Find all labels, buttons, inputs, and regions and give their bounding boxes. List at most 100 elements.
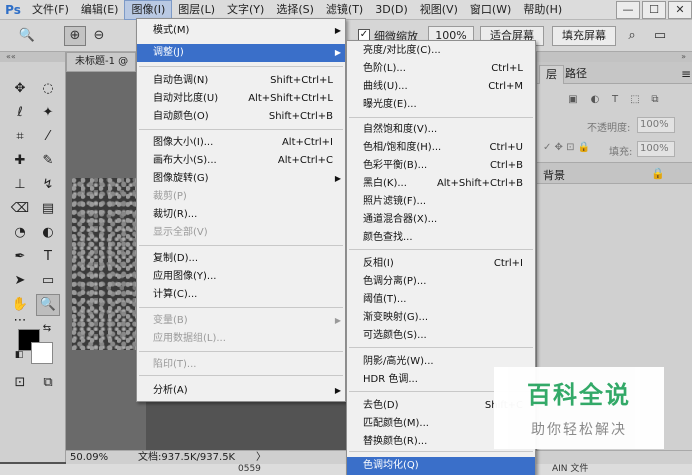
filter-adjust-icon[interactable]: ◐ <box>589 94 601 106</box>
adjust-menu-item[interactable]: 颜色查找... <box>347 229 535 247</box>
menu-filter[interactable]: 滤镜(T) <box>320 0 369 20</box>
adjust-menu-item[interactable]: 阈值(T)... <box>347 291 535 309</box>
menu-image[interactable]: 图像(I) <box>124 0 173 20</box>
adjust-menu-item-label: 自然饱和度(V)... <box>363 124 438 135</box>
default-colors-icon[interactable]: ◧ <box>12 348 26 362</box>
menu-window[interactable]: 窗口(W) <box>464 0 517 20</box>
adjust-menu-item[interactable]: 自然饱和度(V)... <box>347 121 535 139</box>
minimize-button[interactable]: — <box>616 1 640 19</box>
adjust-menu-item[interactable]: 渐变映射(G)... <box>347 309 535 327</box>
zoom-tool-icon[interactable]: 🔍 <box>36 294 60 316</box>
dodge-tool-icon[interactable]: ◐ <box>36 222 60 244</box>
window-controls: — ☐ ✕ <box>614 0 692 20</box>
panel-menu-icon[interactable]: ≡ <box>675 65 692 84</box>
brush-tool-icon[interactable]: ✎ <box>36 150 60 172</box>
history-brush-icon[interactable]: ↯ <box>36 174 60 196</box>
adjust-menu-item[interactable]: 可选颜色(S)... <box>347 327 535 345</box>
adjust-menu-item-label: HDR 色调... <box>363 374 418 385</box>
image-menu-item-label: 模式(M) <box>153 25 190 36</box>
background-color-swatch[interactable] <box>31 342 53 364</box>
magic-wand-icon[interactable]: ✦ <box>36 102 60 124</box>
image-menu-item[interactable]: 画布大小(S)... Alt+Ctrl+C <box>137 152 345 170</box>
screen-mode-icon[interactable]: ⧉ <box>36 372 60 394</box>
swap-colors-icon[interactable]: ⇆ <box>40 322 54 336</box>
adjust-menu-item[interactable]: 黑白(K)... Alt+Shift+Ctrl+B <box>347 175 535 193</box>
filter-pixel-icon[interactable]: ▣ <box>567 94 579 106</box>
menu-file[interactable]: 文件(F) <box>26 0 75 20</box>
pen-tool-icon[interactable]: ✒ <box>8 246 32 268</box>
adjust-menu-item[interactable]: 照片滤镜(F)... <box>347 193 535 211</box>
lock-icons[interactable]: ✓ ✥ ⊡ 🔒 <box>543 142 590 153</box>
zoom-tool-preset-icon[interactable]: 🔍 <box>16 26 38 46</box>
zoom-in-icon[interactable]: ⊕ <box>64 26 86 46</box>
image-menu-item: 显示全部(V) <box>137 224 345 242</box>
move-tool-icon[interactable]: ✥ <box>8 78 32 100</box>
image-menu-item[interactable]: 应用图像(Y)... <box>137 268 345 286</box>
adjust-menu-item[interactable]: 色调分离(P)... <box>347 273 535 291</box>
maximize-button[interactable]: ☐ <box>642 1 666 19</box>
image-menu-item[interactable]: 自动颜色(O) Shift+Ctrl+B <box>137 108 345 126</box>
image-menu-item[interactable]: 自动色调(N) Shift+Ctrl+L <box>137 72 345 90</box>
menu-type[interactable]: 文字(Y) <box>221 0 270 20</box>
adjust-menu-item[interactable]: 色调均化(Q) <box>347 457 535 475</box>
rectangle-tool-icon[interactable]: ▭ <box>36 270 60 292</box>
menu-view[interactable]: 视图(V) <box>414 0 464 20</box>
healing-brush-icon[interactable]: ✚ <box>8 150 32 172</box>
tab-paths[interactable]: 路径 <box>559 65 593 84</box>
filter-type-icon[interactable]: T <box>609 94 621 106</box>
document-tab[interactable]: 未标题-1 @ <box>66 52 136 72</box>
search-icon[interactable]: ⌕ <box>622 26 642 46</box>
marquee-tool-icon[interactable]: ◌ <box>36 78 60 100</box>
image-menu-item[interactable]: 分析(A) ▶ <box>137 382 345 400</box>
opacity-input[interactable]: 100% <box>637 117 675 133</box>
eraser-tool-icon[interactable]: ⌫ <box>8 198 32 220</box>
adjust-menu-item[interactable]: 曲线(U)... Ctrl+M <box>347 78 535 96</box>
filter-shape-icon[interactable]: ⬚ <box>629 94 641 106</box>
layer-row-background[interactable]: 背景 🔒 <box>537 162 692 184</box>
panel-grip[interactable]: » <box>537 52 692 62</box>
image-menu-item[interactable]: 调整(J) ▶ <box>137 44 345 62</box>
menu-edit[interactable]: 编辑(E) <box>75 0 125 20</box>
stamp-tool-icon[interactable]: ⊥ <box>8 174 32 196</box>
gradient-tool-icon[interactable]: ▤ <box>36 198 60 220</box>
adjust-menu-item[interactable]: 色相/饱和度(H)... Ctrl+U <box>347 139 535 157</box>
image-menu-item[interactable]: 裁切(R)... <box>137 206 345 224</box>
more-tools-icon[interactable]: ⋯ <box>8 314 32 328</box>
eyedropper-icon[interactable]: ⁄ <box>36 126 60 148</box>
adjust-menu-item[interactable]: 通道混合器(X)... <box>347 211 535 229</box>
canvas-image[interactable] <box>72 178 136 350</box>
adjust-menu-item[interactable]: 曝光度(E)... <box>347 96 535 114</box>
adjust-menu-item[interactable]: 色阶(L)... Ctrl+L <box>347 60 535 78</box>
adjust-menu-item[interactable]: 反相(I) Ctrl+I <box>347 255 535 273</box>
adjust-menu-item-label: 颜色查找... <box>363 232 413 243</box>
image-menu-item[interactable]: 复制(D)... <box>137 250 345 268</box>
image-menu-item-label: 变量(B) <box>153 315 188 326</box>
toolbox-grip[interactable]: «« <box>0 52 65 62</box>
path-select-icon[interactable]: ➤ <box>8 270 32 292</box>
image-menu-item[interactable]: 图像大小(I)... Alt+Ctrl+I <box>137 134 345 152</box>
close-button[interactable]: ✕ <box>668 1 692 19</box>
menu-select[interactable]: 选择(S) <box>270 0 320 20</box>
status-menu-arrow[interactable]: 〉 <box>256 451 266 464</box>
zoom-level[interactable]: 50.09% <box>70 451 108 464</box>
menu-3d[interactable]: 3D(D) <box>369 0 414 20</box>
image-menu-item[interactable]: 计算(C)... <box>137 286 345 304</box>
menu-help[interactable]: 帮助(H) <box>517 0 568 20</box>
lasso-tool-icon[interactable]: ℓ <box>8 102 32 124</box>
workspace-icon[interactable]: ▭ <box>648 26 672 46</box>
adjust-menu-item[interactable]: 亮度/对比度(C)... <box>347 42 535 60</box>
image-menu-item[interactable]: 模式(M) ▶ <box>137 22 345 40</box>
fill-input[interactable]: 100% <box>637 141 675 157</box>
quick-mask-icon[interactable]: ⊡ <box>8 372 32 394</box>
blur-tool-icon[interactable]: ◔ <box>8 222 32 244</box>
type-tool-icon[interactable]: T <box>36 246 60 268</box>
crop-tool-icon[interactable]: ⌗ <box>8 126 32 148</box>
fill-screen-button[interactable]: 填充屏幕 <box>552 26 616 46</box>
menu-layer[interactable]: 图层(L) <box>172 0 221 20</box>
image-menu-item[interactable]: 图像旋转(G) ▶ <box>137 170 345 188</box>
zoom-out-icon[interactable]: ⊖ <box>88 26 110 46</box>
image-menu-item[interactable]: 自动对比度(U) Alt+Shift+Ctrl+L <box>137 90 345 108</box>
filter-smart-icon[interactable]: ⧉ <box>649 94 661 106</box>
adjust-menu-item[interactable]: 色彩平衡(B)... Ctrl+B <box>347 157 535 175</box>
image-menu-item-label: 调整(J) <box>153 47 184 58</box>
